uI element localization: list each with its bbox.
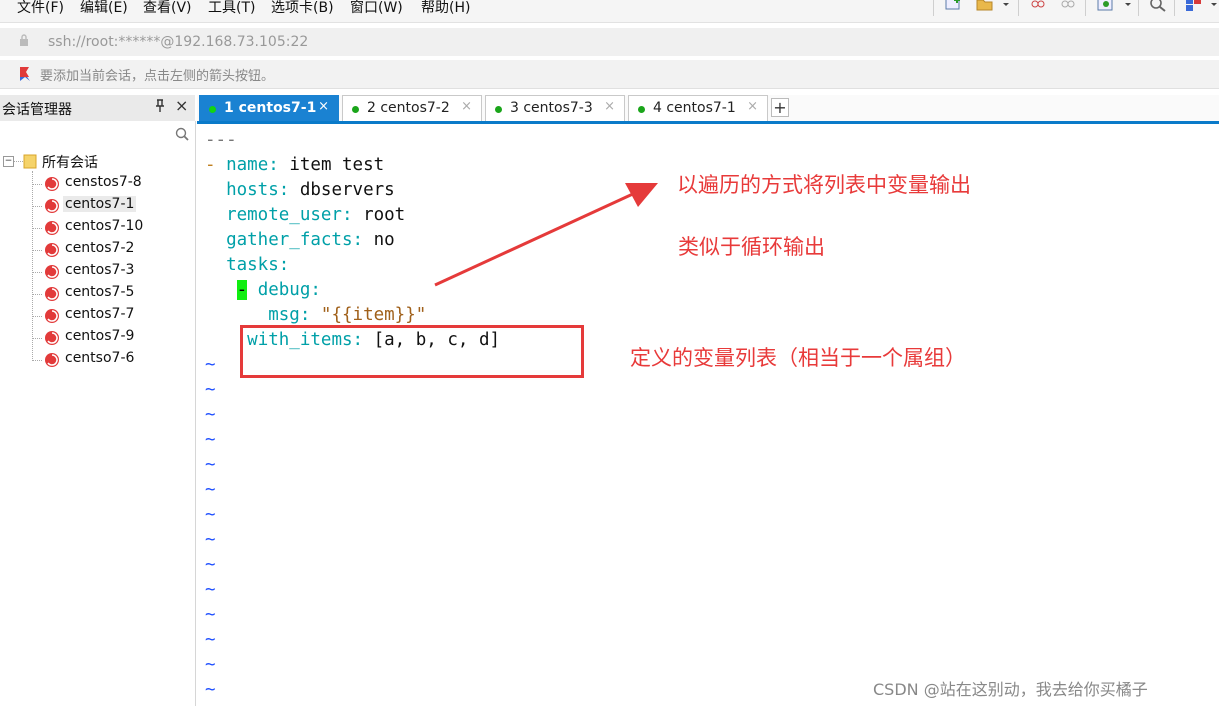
empty-line-tilde: ~ xyxy=(205,530,216,550)
collapse-icon[interactable]: − xyxy=(3,156,14,167)
code-line: - debug: xyxy=(236,280,321,300)
empty-line-tilde: ~ xyxy=(205,605,216,625)
empty-line-tilde: ~ xyxy=(205,580,216,600)
empty-line-tilde: ~ xyxy=(205,430,216,450)
new-session-icon[interactable] xyxy=(944,0,964,16)
address-bar: ssh://root:******@192.168.73.105:22 xyxy=(0,28,1219,56)
empty-line-tilde: ~ xyxy=(205,655,216,675)
empty-line-tilde: ~ xyxy=(205,555,216,575)
empty-line-tilde: ~ xyxy=(205,680,216,700)
session-item[interactable]: centos7-2 xyxy=(32,240,192,260)
settings-dropdown-icon[interactable] xyxy=(1118,0,1138,16)
empty-line-tilde: ~ xyxy=(205,455,216,475)
code-line: remote_user: root xyxy=(226,205,406,225)
annotation-highlight-box xyxy=(240,325,584,378)
sidebar-search-icon[interactable] xyxy=(175,127,189,141)
hint-text: 要添加当前会话，点击左侧的箭头按钮。 xyxy=(40,69,275,84)
address-text: ssh://root:******@192.168.73.105:22 xyxy=(48,34,309,50)
dropdown-arrow-icon[interactable] xyxy=(996,0,1016,16)
session-swirl-icon xyxy=(45,309,59,323)
session-swirl-icon xyxy=(45,199,59,213)
session-swirl-icon xyxy=(45,221,59,235)
menu-file[interactable]: 文件(F) xyxy=(17,0,64,17)
tab-close-icon[interactable]: × xyxy=(604,99,615,114)
pin-icon[interactable] xyxy=(155,99,165,117)
menu-tools[interactable]: 工具(T) xyxy=(208,0,255,17)
session-tree: − 所有会话 censtos7-8 centos7-1 centos7-10 c… xyxy=(0,121,196,706)
address-field[interactable]: ssh://root:******@192.168.73.105:22 xyxy=(10,30,1215,54)
code-line: gather_facts: no xyxy=(226,230,395,250)
code-line: tasks: xyxy=(226,255,290,275)
layout-icon[interactable] xyxy=(1184,0,1204,16)
folder-icon xyxy=(23,154,37,169)
lock-icon xyxy=(20,34,28,46)
session-swirl-icon xyxy=(45,243,59,257)
disconnect-icon[interactable] xyxy=(1028,0,1048,16)
session-item[interactable]: centos7-9 xyxy=(32,328,192,348)
reconnect-icon[interactable] xyxy=(1058,0,1078,16)
open-folder-icon[interactable] xyxy=(975,0,995,16)
empty-line-tilde: ~ xyxy=(205,480,216,500)
session-item[interactable]: censtos7-8 xyxy=(32,174,192,194)
empty-line-tilde: ~ xyxy=(205,630,216,650)
cursor: - xyxy=(236,280,248,300)
connected-dot-icon xyxy=(495,106,502,113)
session-swirl-icon xyxy=(45,287,59,301)
session-item[interactable]: centos7-3 xyxy=(32,262,192,282)
menu-edit[interactable]: 编辑(E) xyxy=(80,0,128,17)
menu-view[interactable]: 查看(V) xyxy=(143,0,192,17)
tree-root-label: 所有会话 xyxy=(42,155,98,171)
session-item[interactable]: centos7-10 xyxy=(32,218,192,238)
bookmark-arrow-icon[interactable] xyxy=(17,66,33,82)
session-swirl-icon xyxy=(45,331,59,345)
search-icon[interactable] xyxy=(1148,0,1168,16)
tab-close-icon[interactable]: × xyxy=(318,99,329,114)
session-item[interactable]: centso7-6 xyxy=(32,350,192,370)
tab-close-icon[interactable]: × xyxy=(461,99,472,114)
annotation-variable-list: 定义的变量列表（相当于一个属组） xyxy=(630,346,966,370)
session-swirl-icon xyxy=(45,177,59,191)
menu-bar: 文件(F) 编辑(E) 查看(V) 工具(T) 选项卡(B) 窗口(W) 帮助(… xyxy=(0,0,1219,23)
tab-centos7-1-dup[interactable]: 4 centos7-1 × xyxy=(628,95,768,121)
menu-window[interactable]: 窗口(W) xyxy=(350,0,403,17)
connected-dot-icon xyxy=(352,106,359,113)
empty-line-tilde: ~ xyxy=(205,355,216,375)
terminal-editor[interactable]: --- - name: item test hosts: dbservers r… xyxy=(197,124,1219,706)
annotation-iterate: 以遍历的方式将列表中变量输出 xyxy=(677,173,971,197)
session-item-selected[interactable]: centos7-1 xyxy=(32,196,192,216)
empty-line-tilde: ~ xyxy=(205,505,216,525)
code-line: --- xyxy=(205,130,237,150)
empty-line-tilde: ~ xyxy=(205,405,216,425)
tab-centos7-2[interactable]: 2 centos7-2 × xyxy=(342,95,482,121)
layout-dropdown-icon[interactable] xyxy=(1204,0,1219,16)
session-manager-header: 会话管理器 × xyxy=(0,95,195,122)
sidebar-close-icon[interactable]: × xyxy=(175,96,188,115)
add-tab-button[interactable]: + xyxy=(771,98,789,117)
menu-tabs[interactable]: 选项卡(B) xyxy=(271,0,334,17)
annotation-arrow xyxy=(434,183,658,287)
tab-centos7-1[interactable]: 1 centos7-1 × xyxy=(199,95,339,121)
menu-help[interactable]: 帮助(H) xyxy=(421,0,470,17)
session-item[interactable]: centos7-7 xyxy=(32,306,192,326)
session-item[interactable]: centos7-5 xyxy=(32,284,192,304)
session-swirl-icon xyxy=(45,265,59,279)
session-tab-bar: 1 centos7-1 × 2 centos7-2 × 3 centos7-3 … xyxy=(197,95,1219,124)
settings-icon[interactable] xyxy=(1096,0,1116,16)
annotation-loop: 类似于循环输出 xyxy=(678,235,825,259)
tab-centos7-3[interactable]: 3 centos7-3 × xyxy=(485,95,625,121)
code-line: - name: item test xyxy=(205,155,385,175)
hint-bar: 要添加当前会话，点击左侧的箭头按钮。 xyxy=(0,60,1219,89)
tab-close-icon[interactable]: × xyxy=(747,99,758,114)
connected-dot-icon xyxy=(638,106,645,113)
connected-dot-icon xyxy=(209,106,216,113)
empty-line-tilde: ~ xyxy=(205,380,216,400)
watermark: CSDN @站在这别动，我去给你买橘子 xyxy=(873,680,1148,699)
session-manager-title: 会话管理器 xyxy=(2,102,72,118)
code-line: hosts: dbservers xyxy=(226,180,395,200)
session-swirl-icon xyxy=(45,353,59,367)
